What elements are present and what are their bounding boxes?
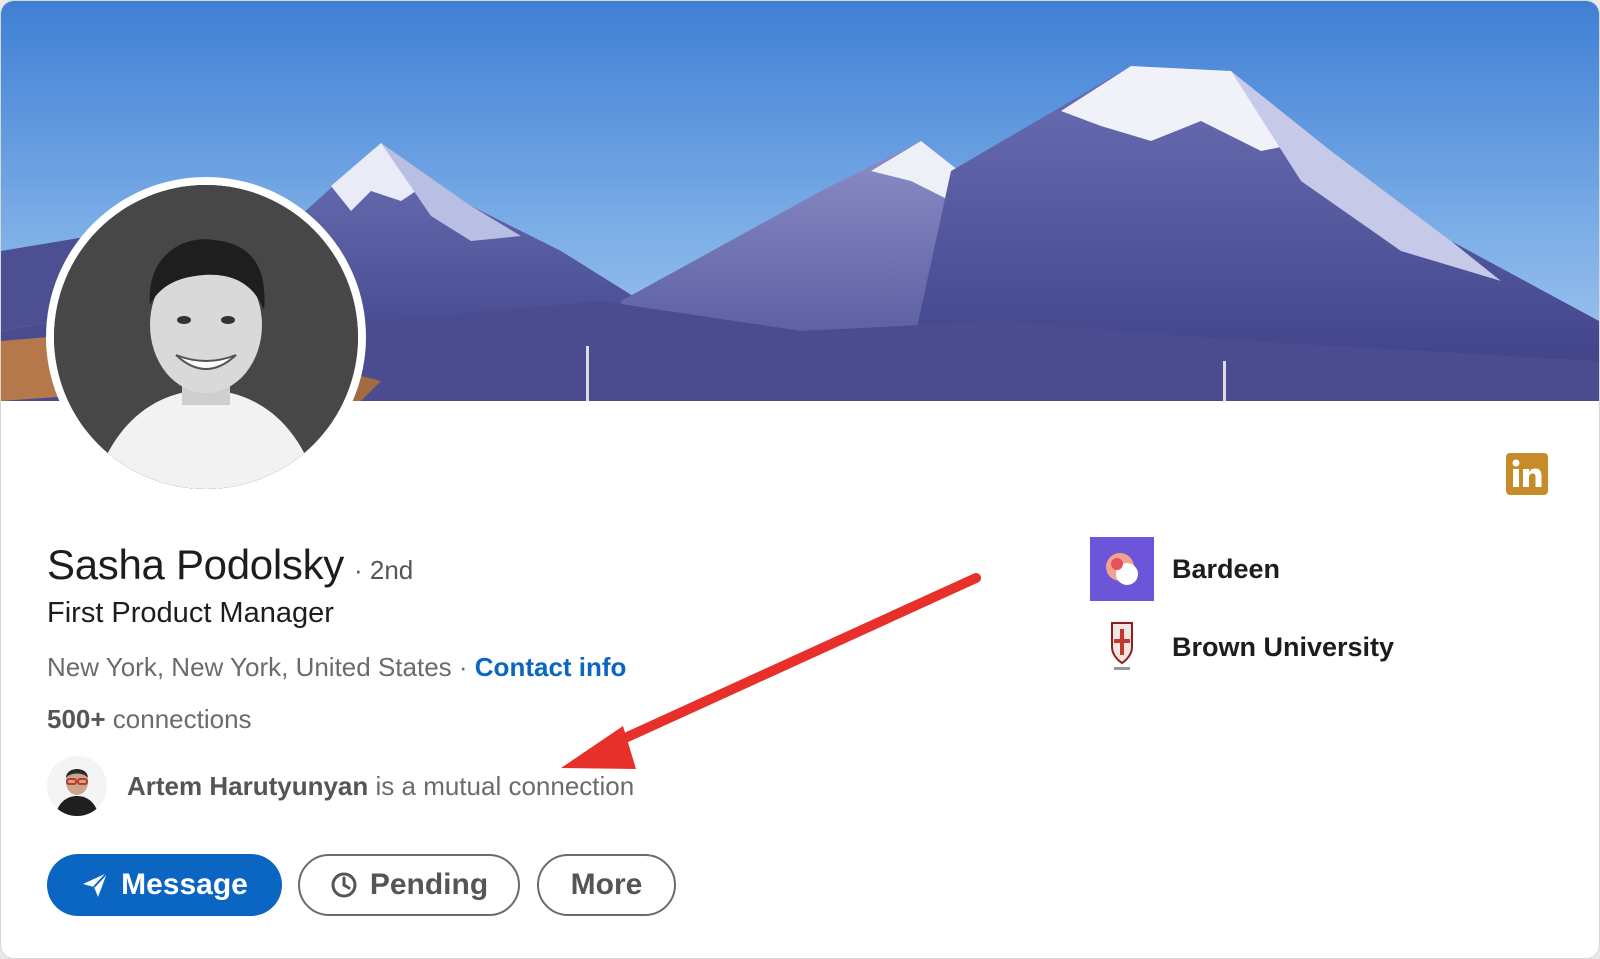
linkedin-icon[interactable] bbox=[1506, 453, 1548, 495]
send-icon bbox=[81, 871, 109, 899]
message-button[interactable]: Message bbox=[47, 854, 282, 916]
message-button-label: Message bbox=[121, 868, 248, 901]
pending-button[interactable]: Pending bbox=[298, 854, 520, 916]
profile-name: Sasha Podolsky bbox=[47, 541, 344, 588]
more-button-label: More bbox=[570, 868, 643, 901]
current-company-link[interactable]: Bardeen bbox=[1090, 537, 1280, 601]
profile-location: New York, New York, United States bbox=[47, 652, 452, 682]
profile-card: Sasha Podolsky · 2nd First Product Manag… bbox=[0, 0, 1600, 959]
brown-university-logo bbox=[1090, 615, 1154, 679]
more-button[interactable]: More bbox=[537, 854, 676, 916]
profile-photo[interactable] bbox=[54, 185, 358, 489]
connection-degree: · 2nd bbox=[353, 555, 414, 585]
profile-name-row: Sasha Podolsky · 2nd bbox=[47, 541, 413, 589]
location-row: New York, New York, United States · Cont… bbox=[47, 652, 626, 683]
mutual-connection-avatar bbox=[47, 756, 107, 816]
mutual-connection-name: Artem Harutyunyan bbox=[127, 770, 369, 801]
bardeen-logo bbox=[1090, 537, 1154, 601]
profile-photo-frame bbox=[46, 177, 366, 497]
school-name: Brown University bbox=[1172, 631, 1395, 662]
profile-headline: First Product Manager bbox=[47, 597, 334, 629]
clock-icon bbox=[330, 871, 358, 899]
mutual-connection-suffix: is a mutual connection bbox=[368, 770, 635, 801]
contact-info-link[interactable]: Contact info bbox=[475, 652, 627, 682]
company-name: Bardeen bbox=[1172, 553, 1281, 584]
education-link[interactable]: Brown University bbox=[1090, 615, 1394, 679]
mutual-connection-row[interactable]: Artem Harutyunyan is a mutual connection bbox=[47, 756, 634, 816]
location-separator: · bbox=[451, 652, 475, 682]
pending-button-label: Pending bbox=[369, 868, 489, 901]
connections-count-link[interactable]: 500+ connections bbox=[47, 704, 252, 735]
connections-count: 500+ bbox=[47, 704, 106, 734]
connections-label: connections bbox=[105, 704, 252, 734]
mutual-connection-text: Artem Harutyunyan is a mutual connection bbox=[127, 771, 634, 802]
